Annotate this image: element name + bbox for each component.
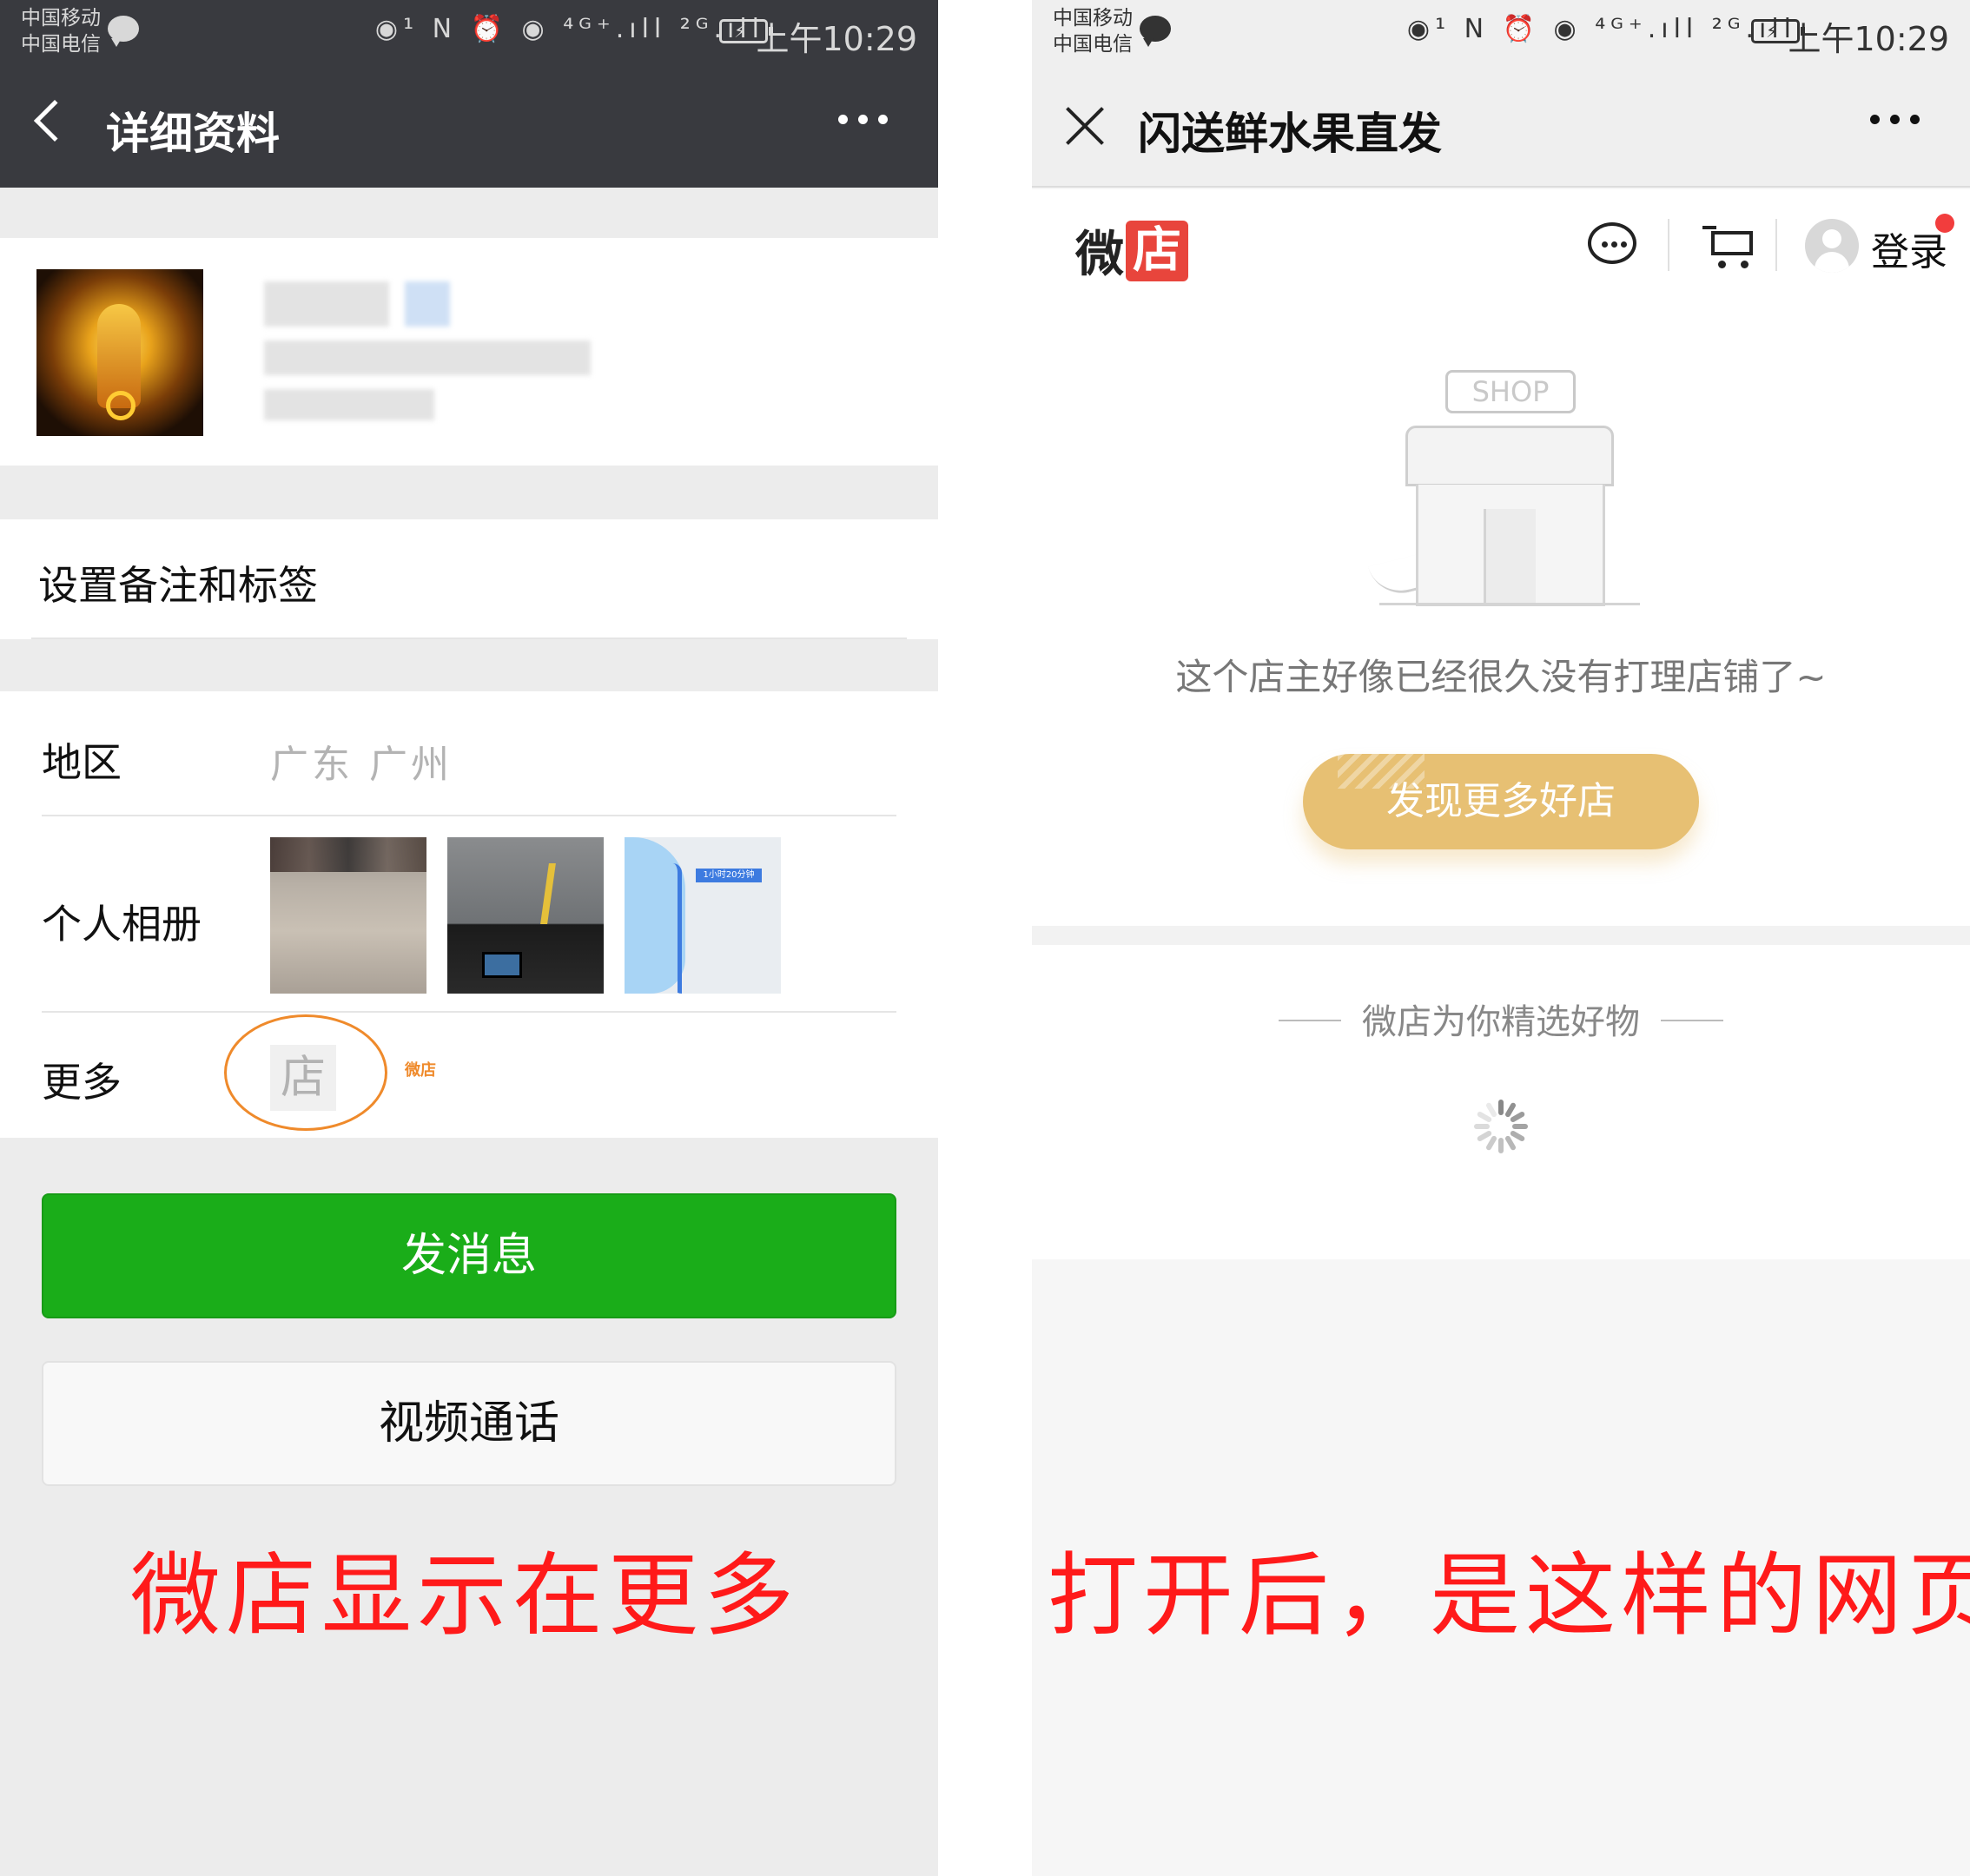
login-link[interactable]: 登录	[1871, 221, 1947, 276]
blurred-nickname-2	[264, 389, 434, 420]
section-gap	[1032, 926, 1970, 945]
annotation-caption-right: 打开后，是这样的网页	[1048, 1542, 1970, 1648]
cart-icon[interactable]	[1702, 222, 1756, 268]
empty-shop-section: SHOP 这个店主好像已经很久没有打理店铺了~ 发现更多好店	[1032, 301, 1970, 926]
picks-section: 微店为你精选好物	[1032, 945, 1970, 1259]
divider	[42, 1011, 896, 1013]
system-status-icons: ◉¹ N ⏰ ◉ ⁴ᴳ⁺.ıll ²ᴳ.ıll	[374, 14, 764, 44]
page-title: 闪送鲜水果直发	[1138, 109, 1442, 159]
discover-shops-button[interactable]: 发现更多好店	[1303, 754, 1699, 849]
video-call-button[interactable]: 视频通话	[42, 1361, 896, 1486]
clock: 上午10:29	[756, 20, 917, 58]
user-avatar-icon[interactable]	[1805, 219, 1859, 273]
shop-illustration: SHOP	[1362, 370, 1649, 613]
close-icon[interactable]	[1063, 104, 1107, 148]
notification-dot	[1935, 214, 1954, 233]
divider	[42, 815, 896, 816]
region-value: 广东 广州	[270, 743, 453, 787]
message-bubble-icon	[1140, 16, 1171, 47]
avatar[interactable]	[36, 269, 203, 436]
weidian-logo[interactable]: 微 店	[1075, 215, 1188, 286]
title-bar: 详细资料	[0, 63, 938, 188]
map-route-tag: 1小时20分钟	[696, 869, 762, 882]
empty-shop-message: 这个店主好像已经很久没有打理店铺了~	[1175, 656, 1827, 698]
more-options-icon[interactable]	[1870, 115, 1920, 124]
page-title: 详细资料	[106, 109, 280, 159]
divider	[31, 637, 907, 639]
album-photo-1[interactable]	[270, 837, 426, 994]
blurred-gender-badge	[405, 281, 450, 327]
carrier-1: 中国移动	[21, 7, 101, 30]
separator	[1668, 219, 1669, 271]
weidian-shop-icon[interactable]: 店	[270, 1045, 336, 1111]
separator	[1775, 219, 1777, 271]
chat-icon[interactable]	[1588, 222, 1636, 264]
carrier-info: 中国移动 中国电信	[21, 5, 101, 57]
status-bar: 中国移动 中国电信 ◉¹ N ⏰ ◉ ⁴ᴳ⁺.ıll ²ᴳ.ıll ⚡ 上午10…	[0, 0, 938, 63]
carrier-1: 中国移动	[1053, 7, 1133, 30]
weidian-header: 微 店 登录	[1032, 189, 1970, 301]
album-photo-3[interactable]: 1小时20分钟	[625, 837, 781, 994]
weidian-webpage-screen: 中国移动 中国电信 ◉¹ N ⏰ ◉ ⁴ᴳ⁺.ıll ²ᴳ.ıll ⚡ 上午10…	[1032, 0, 1970, 1876]
status-bar: 中国移动 中国电信 ◉¹ N ⏰ ◉ ⁴ᴳ⁺.ıll ²ᴳ.ıll ⚡ 上午10…	[1032, 0, 1970, 63]
picks-title: 微店为你精选好物	[1362, 1002, 1640, 1042]
blurred-wechat-id	[264, 340, 591, 375]
clock: 上午10:29	[1788, 20, 1949, 58]
weidian-label: 微店	[405, 1061, 436, 1080]
more-label: 更多	[42, 1059, 122, 1106]
loading-spinner-icon	[1474, 1100, 1528, 1153]
more-options-icon[interactable]	[838, 115, 888, 124]
shop-sign: SHOP	[1445, 370, 1576, 413]
back-arrow-icon[interactable]	[33, 99, 76, 142]
wechat-profile-screen: 中国移动 中国电信 ◉¹ N ⏰ ◉ ⁴ᴳ⁺.ıll ²ᴳ.ıll ⚡ 上午10…	[0, 0, 938, 1876]
carrier-info: 中国移动 中国电信	[1053, 5, 1133, 57]
carrier-2: 中国电信	[1053, 33, 1133, 56]
system-status-icons: ◉¹ N ⏰ ◉ ⁴ᴳ⁺.ıll ²ᴳ.ıll	[1406, 14, 1796, 44]
region-label: 地区	[42, 739, 122, 786]
blurred-nickname	[264, 281, 389, 327]
album-photo-2[interactable]	[447, 837, 604, 994]
album-label: 个人相册	[42, 901, 202, 948]
send-message-button[interactable]: 发消息	[42, 1193, 896, 1318]
title-bar: 闪送鲜水果直发	[1032, 63, 1970, 188]
remark-and-tags[interactable]: 设置备注和标签	[38, 554, 318, 611]
logo-char-2: 店	[1126, 220, 1188, 281]
decor-line-right	[1661, 1020, 1723, 1021]
carrier-2: 中国电信	[21, 33, 101, 56]
annotation-caption-left: 微店显示在更多	[130, 1542, 800, 1648]
message-bubble-icon	[108, 16, 139, 47]
logo-char-1: 微	[1075, 227, 1124, 283]
